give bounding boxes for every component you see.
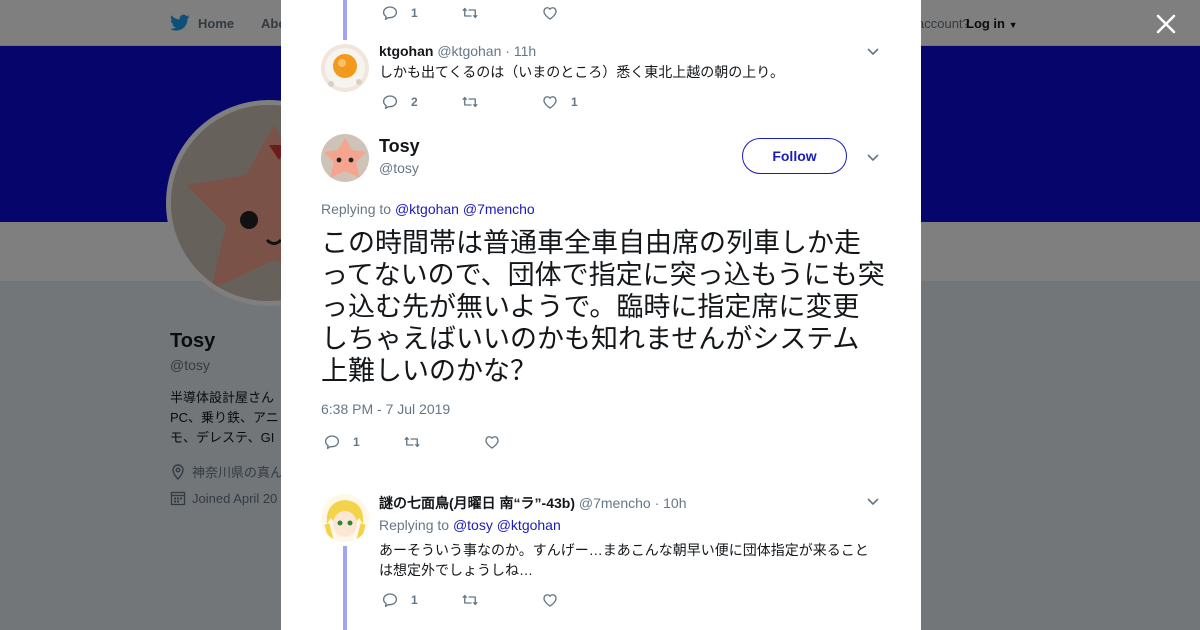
7mencho-tweet-text: あーそういう事なのか。すんげー…まあこんな朝早い便に団体指定が来ることは想定外で… — [379, 542, 869, 578]
heart-icon — [543, 594, 557, 607]
replying-prefix: Replying to — [321, 201, 392, 217]
main-timestamp[interactable]: 6:38 PM - 7 Jul 2019 — [321, 401, 450, 417]
retweet-icon — [462, 96, 478, 108]
tweet-modal: 1 ktgohan @ktgohan · 11h しかも出てくるのは（いまのとこ… — [281, 0, 921, 630]
tweet-time[interactable]: · 10h — [655, 495, 687, 511]
reply-action[interactable]: 2 — [381, 93, 461, 111]
retweet-action[interactable] — [461, 93, 541, 111]
chevron-down-icon[interactable] — [865, 43, 881, 59]
reply-action[interactable]: 1 — [323, 433, 403, 451]
main-replying-to: Replying to @ktgohan @7mencho — [321, 201, 535, 217]
thread-line-top — [343, 0, 347, 40]
replying-prefix: Replying to — [379, 517, 450, 533]
tweet-time[interactable]: · 11h — [505, 43, 536, 59]
thread-line-bottom — [343, 546, 347, 630]
author-name[interactable]: 謎の七面鳥(月曜日 南“ラ”-43b) — [379, 495, 575, 511]
mention-link[interactable]: @ktgohan — [395, 201, 459, 217]
retweet-icon — [462, 594, 478, 606]
reply-count: 2 — [411, 95, 418, 109]
close-icon — [1156, 14, 1176, 34]
ktgohan-avatar[interactable] — [321, 44, 369, 92]
mention-link[interactable]: @tosy — [453, 517, 493, 533]
anime-girl-image — [321, 494, 369, 542]
reply-count: 1 — [411, 593, 418, 607]
reply-count: 1 — [411, 6, 418, 20]
7mencho-header: 謎の七面鳥(月曜日 南“ラ”-43b) @7mencho · 10h — [379, 493, 687, 513]
tosy-avatar[interactable] — [321, 134, 369, 182]
retweet-action[interactable] — [461, 591, 541, 609]
like-action[interactable]: 1 — [541, 93, 621, 111]
reply-icon — [382, 95, 398, 110]
heart-icon — [543, 7, 557, 20]
mention-link[interactable]: @7mencho — [463, 201, 535, 217]
like-action[interactable] — [483, 433, 563, 451]
heart-icon — [485, 436, 499, 449]
retweet-icon — [462, 7, 478, 19]
follow-button[interactable]: Follow — [742, 138, 847, 174]
ktgohan-header: ktgohan @ktgohan · 11h — [379, 43, 536, 59]
chevron-down-icon[interactable] — [865, 493, 881, 509]
7mencho-avatar[interactable] — [321, 494, 369, 542]
plush-star-image — [321, 134, 369, 182]
reply-action[interactable]: 1 — [381, 4, 461, 22]
like-action[interactable] — [541, 591, 621, 609]
retweet-icon — [404, 436, 420, 448]
main-tweet-text: この時間帯は普通車全車自由席の列車しか走ってないので、団体で指定に突っ込もうにも… — [321, 228, 885, 387]
top-tweet-actions: 1 — [381, 4, 621, 22]
close-button[interactable] — [1152, 10, 1180, 38]
reply-icon — [382, 593, 398, 608]
like-action[interactable] — [541, 4, 621, 22]
author-handle[interactable]: @ktgohan — [437, 43, 501, 59]
reply-count: 1 — [353, 435, 360, 449]
author-handle[interactable]: @7mencho — [579, 495, 651, 511]
reply-icon — [324, 435, 340, 450]
next-replying-to: Replying to @tosy @ktgohan — [379, 517, 561, 533]
ktgohan-tweet-text: しかも出てくるのは（いまのところ）悉く東北上越の朝の上り。 — [379, 64, 785, 80]
retweet-action[interactable] — [403, 433, 483, 451]
main-author-name[interactable]: Tosy — [379, 136, 420, 157]
egg-rice-image — [321, 44, 369, 92]
heart-icon — [543, 96, 557, 109]
reply-action[interactable]: 1 — [381, 591, 461, 609]
chevron-down-icon[interactable] — [865, 149, 881, 165]
main-author-handle[interactable]: @tosy — [379, 160, 419, 176]
author-name[interactable]: ktgohan — [379, 43, 433, 59]
mention-link[interactable]: @ktgohan — [497, 517, 561, 533]
reply-icon — [382, 6, 398, 21]
like-count: 1 — [571, 95, 578, 109]
7mencho-tweet-actions: 1 — [381, 591, 621, 609]
main-tweet-actions: 1 — [323, 433, 563, 451]
ktgohan-tweet-actions: 2 1 — [381, 93, 621, 111]
retweet-action[interactable] — [461, 4, 541, 22]
